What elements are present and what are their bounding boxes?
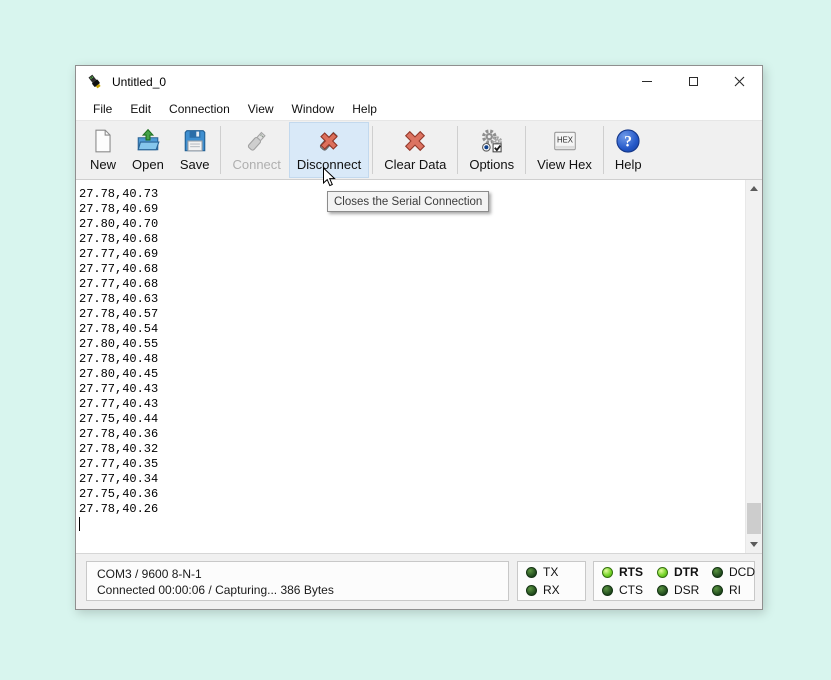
dsr-led-icon [657,585,668,596]
toolbar-separator [372,126,373,174]
connection-info: Connected 00:00:06 / Capturing... 386 By… [97,582,498,598]
dcd-label: DCD [729,565,755,579]
close-button[interactable] [716,66,762,97]
mouse-cursor-icon [322,167,336,188]
save-floppy-icon [182,128,208,154]
help-button[interactable]: ? Help [607,122,650,178]
rts-led-icon [602,567,613,578]
dcd-indicator: DCD [712,565,754,580]
title-bar: Untitled_0 [76,66,762,97]
vertical-scrollbar[interactable] [745,180,762,553]
dtr-label: DTR [674,565,699,579]
options-button[interactable]: Options [461,122,522,178]
tooltip-text: Closes the Serial Connection [334,196,482,208]
rts-label: RTS [619,565,643,579]
dtr-led-icon [657,567,668,578]
maximize-button[interactable] [670,66,716,97]
dsr-label: DSR [674,583,699,597]
open-button[interactable]: Open [124,122,172,178]
tooltip: Closes the Serial Connection [327,191,489,212]
window-title: Untitled_0 [112,75,166,89]
open-folder-icon [135,128,161,154]
signal-led-panel: RTS CTS DTR DSR [593,561,755,601]
new-button[interactable]: New [82,122,124,178]
question-mark-glyph: ? [624,133,632,150]
tx-label: TX [543,565,558,579]
minimize-button[interactable] [624,66,670,97]
view-hex-button[interactable]: HEX View Hex [529,122,600,178]
clear-data-button[interactable]: Clear Data [376,122,454,178]
signal-column: DTR DSR [657,565,699,598]
maximize-icon [689,77,698,86]
terminal-area[interactable]: 27.78,40.73 27.78,40.69 27.80,40.70 27.7… [76,180,762,554]
toolbar-separator [220,126,221,174]
app-window: Untitled_0 File Edit Connection View Win… [75,65,763,610]
options-gears-icon [479,128,505,154]
toolbar-separator [603,126,604,174]
menu-connection[interactable]: Connection [160,99,239,119]
cts-led-icon [602,585,613,596]
button-label: Connect [232,157,280,172]
save-button[interactable]: Save [172,122,218,178]
signal-column: DCD RI [712,565,754,598]
toolbar-separator [457,126,458,174]
menu-view[interactable]: View [239,99,283,119]
button-label: Clear Data [384,157,446,172]
txrx-led-panel: TX RX [517,561,586,601]
button-label: View Hex [537,157,592,172]
menu-bar: File Edit Connection View Window Help [76,97,762,120]
tx-led-icon [526,567,537,578]
button-label: New [90,157,116,172]
connect-usb-icon [244,128,270,154]
chevron-down-icon [750,542,758,547]
text-caret [79,517,80,531]
ri-led-icon [712,585,723,596]
port-info: COM3 / 9600 8-N-1 [97,566,498,582]
rx-led-icon [526,585,537,596]
view-hex-icon: HEX [552,128,578,154]
menu-window[interactable]: Window [283,99,344,119]
desktop: { "window": { "title": "Untitled_0", "co… [0,0,831,680]
window-controls [624,66,762,97]
hex-icon-text: HEX [556,136,573,145]
connection-status-panel: COM3 / 9600 8-N-1 Connected 00:00:06 / C… [86,561,509,601]
signal-column: RTS CTS [602,565,644,598]
cts-label: CTS [619,583,643,597]
toolbar-separator [525,126,526,174]
chevron-up-icon [750,186,758,191]
button-label: Open [132,157,164,172]
button-label: Help [615,157,642,172]
minimize-icon [642,81,652,82]
ri-indicator: RI [712,583,754,598]
clear-data-x-icon [402,128,428,154]
close-icon [734,76,745,87]
toolbar: New Open Save [76,120,762,180]
help-question-icon: ? [615,128,641,154]
scroll-down-button[interactable] [746,536,762,553]
menu-help[interactable]: Help [343,99,386,119]
dtr-indicator[interactable]: DTR [657,565,699,580]
rx-indicator: RX [526,583,585,598]
scrollbar-thumb[interactable] [747,503,761,534]
rts-indicator[interactable]: RTS [602,565,644,580]
connect-button[interactable]: Connect [224,122,288,178]
dsr-indicator: DSR [657,583,699,598]
status-bar: COM3 / 9600 8-N-1 Connected 00:00:06 / C… [76,554,762,609]
button-label: Options [469,157,514,172]
button-label: Save [180,157,210,172]
ri-label: RI [729,583,741,597]
terminal-text: 27.78,40.73 27.78,40.69 27.80,40.70 27.7… [76,180,762,517]
cts-indicator: CTS [602,583,644,598]
menu-file[interactable]: File [84,99,121,119]
rx-label: RX [543,583,560,597]
new-document-icon [90,128,116,154]
disconnect-usb-icon [316,128,342,154]
menu-edit[interactable]: Edit [121,99,160,119]
app-icon [87,74,104,90]
scroll-up-button[interactable] [746,180,762,197]
tx-indicator: TX [526,565,585,580]
dcd-led-icon [712,567,723,578]
